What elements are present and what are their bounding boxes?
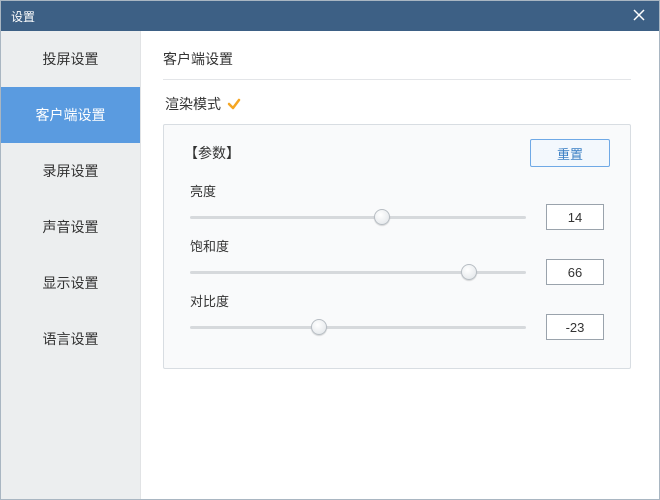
section-label: 渲染模式 — [165, 94, 631, 114]
slider-thumb[interactable] — [461, 264, 477, 280]
close-icon — [633, 9, 645, 24]
sidebar-item-cast[interactable]: 投屏设置 — [1, 31, 140, 87]
titlebar: 设置 — [1, 1, 659, 31]
sidebar-item-label: 客户端设置 — [36, 105, 106, 125]
sidebar: 投屏设置 客户端设置 录屏设置 声音设置 显示设置 语言设置 — [1, 31, 141, 499]
param-label: 对比度 — [190, 291, 604, 310]
param-controls: -23 — [190, 314, 604, 340]
close-button[interactable] — [619, 1, 659, 31]
params-panel: 【参数】 重置 亮度 14 饱和度 — [163, 124, 631, 369]
divider — [163, 79, 631, 80]
window-body: 投屏设置 客户端设置 录屏设置 声音设置 显示设置 语言设置 客户端设置 渲染模… — [1, 31, 659, 499]
reset-button[interactable]: 重置 — [530, 139, 610, 167]
main-content: 客户端设置 渲染模式 【参数】 重置 亮度 — [141, 31, 659, 499]
param-label: 亮度 — [190, 181, 604, 200]
section-label-text: 渲染模式 — [165, 94, 221, 114]
param-row-brightness: 亮度 14 — [184, 181, 610, 230]
page-title: 客户端设置 — [163, 49, 631, 69]
settings-window: 设置 投屏设置 客户端设置 录屏设置 声音设置 显示设置 语言设置 客户端设置 … — [0, 0, 660, 500]
check-icon — [227, 97, 241, 111]
param-controls: 66 — [190, 259, 604, 285]
sidebar-item-display[interactable]: 显示设置 — [1, 255, 140, 311]
brightness-value-input[interactable]: 14 — [546, 204, 604, 230]
sidebar-item-label: 语言设置 — [43, 329, 99, 349]
sidebar-item-sound[interactable]: 声音设置 — [1, 199, 140, 255]
contrast-slider[interactable] — [190, 317, 526, 337]
window-title: 设置 — [11, 8, 619, 25]
slider-track — [190, 216, 526, 219]
saturation-value-input[interactable]: 66 — [546, 259, 604, 285]
sidebar-item-label: 投屏设置 — [43, 49, 99, 69]
brightness-slider[interactable] — [190, 207, 526, 227]
slider-thumb[interactable] — [311, 319, 327, 335]
saturation-slider[interactable] — [190, 262, 526, 282]
param-controls: 14 — [190, 204, 604, 230]
contrast-value-input[interactable]: -23 — [546, 314, 604, 340]
sidebar-item-client[interactable]: 客户端设置 — [1, 87, 140, 143]
sidebar-item-label: 录屏设置 — [43, 161, 99, 181]
sidebar-item-label: 显示设置 — [43, 273, 99, 293]
param-label: 饱和度 — [190, 236, 604, 255]
panel-header: 【参数】 重置 — [184, 139, 610, 167]
sidebar-item-record[interactable]: 录屏设置 — [1, 143, 140, 199]
sidebar-item-language[interactable]: 语言设置 — [1, 311, 140, 367]
slider-track — [190, 326, 526, 329]
panel-header-label: 【参数】 — [184, 143, 240, 163]
slider-thumb[interactable] — [374, 209, 390, 225]
sidebar-item-label: 声音设置 — [43, 217, 99, 237]
param-row-saturation: 饱和度 66 — [184, 236, 610, 285]
param-row-contrast: 对比度 -23 — [184, 291, 610, 340]
